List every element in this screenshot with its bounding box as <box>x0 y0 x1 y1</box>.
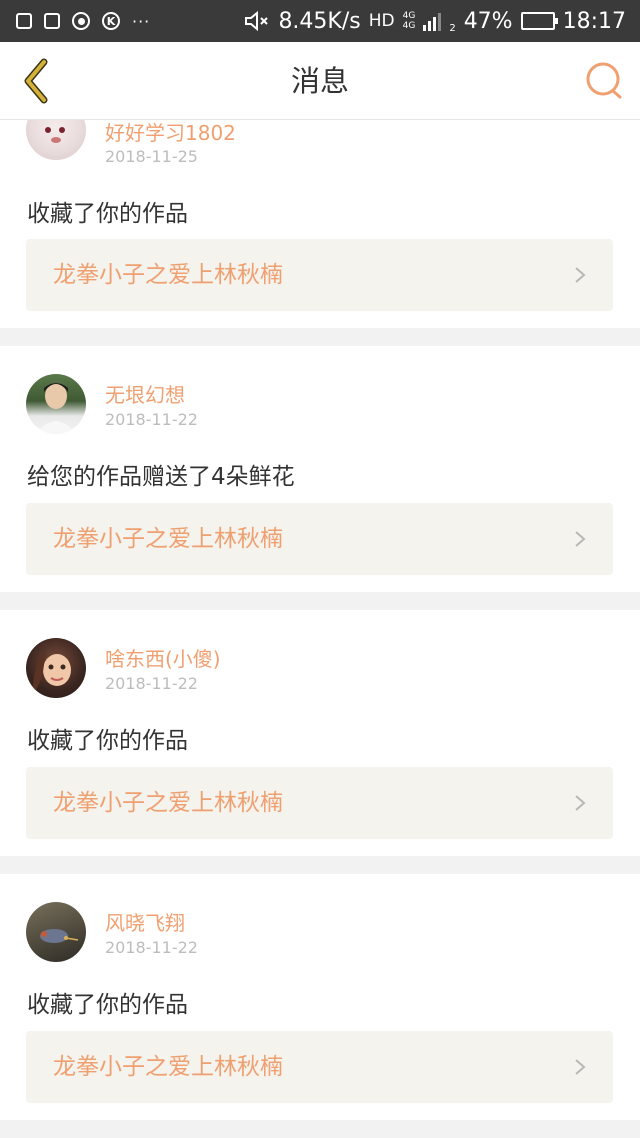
sim-slot: 2 <box>449 23 456 34</box>
image-edit-icon <box>44 13 60 29</box>
username[interactable]: 啥东西(小傻) <box>105 643 221 672</box>
page-title: 消息 <box>290 64 349 98</box>
work-link[interactable]: 龙拳小子之爱上林秋楠 <box>26 239 613 311</box>
record-icon <box>72 12 90 30</box>
hd-label: HD <box>368 11 395 31</box>
message-action: 收藏了你的作品 <box>27 201 188 227</box>
message-action: 收藏了你的作品 <box>27 992 188 1018</box>
message-card: 好好学习1802 2018-11-25 收藏了你的作品 龙拳小子之爱上林秋楠 <box>0 120 640 328</box>
avatar[interactable] <box>26 638 86 698</box>
chevron-right-icon <box>575 1059 586 1075</box>
work-title: 龙拳小子之爱上林秋楠 <box>53 790 283 816</box>
avatar-dog <box>45 127 65 143</box>
network-speed: 8.45K/s <box>278 8 361 34</box>
avatar[interactable] <box>26 374 86 434</box>
search-icon <box>586 62 622 99</box>
nav-bar: 消息 <box>0 42 640 120</box>
network-type-b: 4G <box>402 21 416 31</box>
search-button[interactable] <box>584 60 626 102</box>
chevron-right-icon <box>575 795 586 811</box>
message-action: 给您的作品赠送了4朵鲜花 <box>27 464 295 490</box>
clock: 18:17 <box>562 8 626 34</box>
status-left: K ··· <box>16 0 150 42</box>
back-button[interactable] <box>12 56 60 106</box>
work-title: 龙拳小子之爱上林秋楠 <box>53 526 283 552</box>
avatar[interactable] <box>26 120 86 160</box>
battery-icon <box>520 12 558 30</box>
network-type: 4G 4G <box>403 11 416 31</box>
battery-percent: 47% <box>463 8 513 34</box>
message-date: 2018-11-25 <box>105 147 198 166</box>
username[interactable]: 风晓飞翔 <box>105 907 185 936</box>
chevron-right-icon <box>575 531 586 547</box>
work-title: 龙拳小子之爱上林秋楠 <box>53 262 283 288</box>
message-card: 啥东西(小傻) 2018-11-22 收藏了你的作品 龙拳小子之爱上林秋楠 <box>0 610 640 856</box>
avatar[interactable] <box>26 902 86 962</box>
chevron-right-icon <box>575 267 586 283</box>
message-date: 2018-11-22 <box>105 674 198 693</box>
message-action: 收藏了你的作品 <box>27 728 188 754</box>
avatar-toy <box>40 929 79 943</box>
username[interactable]: 无垠幻想 <box>105 379 185 408</box>
work-link[interactable]: 龙拳小子之爱上林秋楠 <box>26 767 613 839</box>
k-icon: K <box>102 12 120 30</box>
image-icon <box>16 13 32 29</box>
avatar-boy <box>36 383 76 434</box>
work-title: 龙拳小子之爱上林秋楠 <box>53 1054 283 1080</box>
signal-icon <box>423 11 442 31</box>
chevron-left-icon <box>24 58 48 104</box>
message-card: 风晓飞翔 2018-11-22 收藏了你的作品 龙拳小子之爱上林秋楠 <box>0 874 640 1120</box>
message-date: 2018-11-22 <box>105 938 198 957</box>
work-link[interactable]: 龙拳小子之爱上林秋楠 <box>26 503 613 575</box>
message-list[interactable]: 好好学习1802 2018-11-25 收藏了你的作品 龙拳小子之爱上林秋楠 无… <box>0 120 640 1138</box>
status-right: 8.45K/s HD 4G 4G 2 47% 18:17 <box>244 0 626 42</box>
avatar-girl <box>32 652 71 698</box>
work-link[interactable]: 龙拳小子之爱上林秋楠 <box>26 1031 613 1103</box>
message-date: 2018-11-22 <box>105 410 198 429</box>
more-notifications: ··· <box>132 11 151 31</box>
mute-icon <box>245 10 269 32</box>
username[interactable]: 好好学习1802 <box>105 120 236 146</box>
message-card: 无垠幻想 2018-11-22 给您的作品赠送了4朵鲜花 龙拳小子之爱上林秋楠 <box>0 346 640 592</box>
network-type-a: 4G <box>402 11 416 21</box>
status-bar: K ··· 8.45K/s HD 4G 4G 2 47% 18:17 <box>0 0 640 42</box>
